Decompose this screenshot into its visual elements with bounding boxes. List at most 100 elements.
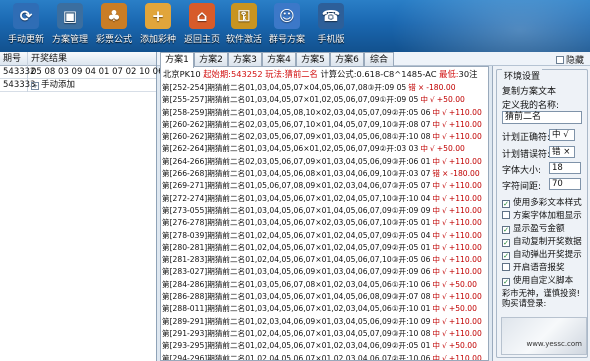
tab-plan-5[interactable]: 方案5 <box>296 52 330 67</box>
plan-type: 期猜前二名 <box>207 341 246 351</box>
settings-group: 环境设置 复制方案文本 定义我的名称: 猜前二名 计划正确符: 中 √ 计划错误… <box>496 69 588 358</box>
monitor-toolbar-button[interactable]: ▣ 方案管理 <box>48 3 92 50</box>
plan-row[interactable]: 第[286-288]期猜前二名01,03,04,05,06,07×01,04,0… <box>161 291 488 303</box>
lottery-tools-toolbar-button[interactable]: ♣ 彩票公式 <box>92 3 136 50</box>
plan-row[interactable]: 第[252-254]期猜前二名01,03,04,05,07×04,05,06,0… <box>161 82 488 94</box>
expand-plus-icon[interactable]: + <box>31 82 39 90</box>
hide-checkbox-icon <box>555 56 564 64</box>
plan-step: ① <box>391 205 399 215</box>
plan-row[interactable]: 第[278-039]期猜前二名01,02,04,05,06,07×01,02,0… <box>161 230 488 242</box>
folder-add-toolbar-button[interactable]: + 添加彩种 <box>136 3 180 50</box>
plan-result-symbol: √ <box>442 304 447 314</box>
plan-result-mark: 错 <box>408 83 416 92</box>
tab-plan-7[interactable]: 综合 <box>364 52 394 67</box>
plan-row[interactable]: 第[262-264]期猜前二名01,03,04,05,06×01,02,05,0… <box>161 143 488 155</box>
plan-type: 期猜前二名 <box>207 230 246 240</box>
open-numbers: 05 06 <box>408 255 431 265</box>
plan-row[interactable]: 第[289-291]期猜前二名01,02,03,04,06,09×01,03,0… <box>161 316 488 328</box>
home-toolbar-button[interactable]: ⌂ 返回主页 <box>180 3 224 50</box>
plan-row[interactable]: 第[260-262]期猜前二名02,03,05,06,07,10×01,04,0… <box>161 119 488 131</box>
plan-row[interactable]: 第[276-278]期猜前二名01,03,04,05,06,07×02,03,0… <box>161 217 488 229</box>
plan-result-mark: 中 <box>432 304 440 314</box>
group-toolbar-button[interactable]: ☺ 群号方案 <box>265 3 309 50</box>
key-toolbar-button[interactable]: ⚿ 软件激活 <box>222 3 266 50</box>
result-row[interactable]: 54333205 08 03 09 04 01 07 02 10 06 <box>0 66 163 79</box>
setting-checkbox[interactable]: ✓ 自动复制开奖数据 <box>502 235 582 247</box>
plan-row[interactable]: 第[272-274]期猜前二名01,03,04,05,06,07×01,02,0… <box>161 193 488 205</box>
plan-step: ② <box>391 242 399 252</box>
row-prefix: 第 <box>162 205 170 215</box>
ad-banner[interactable]: www.yessc.com <box>501 317 587 355</box>
checkmark-icon: ✓ <box>502 278 510 286</box>
plan-step: ② <box>391 316 399 326</box>
checkmark-icon: ✓ <box>502 226 510 234</box>
results-header: 期号 开奖结果 <box>0 52 156 66</box>
tab-plan-3[interactable]: 方案3 <box>228 52 262 67</box>
plan-result-symbol: √ <box>429 144 435 154</box>
font-size-input[interactable]: 18 <box>549 162 581 174</box>
plan-row[interactable]: 第[283-027]期猜前二名01,03,04,05,06,09×01,03,0… <box>161 266 488 278</box>
tab-plan-6[interactable]: 方案6 <box>330 52 364 67</box>
correct-symbol-input[interactable]: 中 √ <box>549 129 575 141</box>
setting-checkbox[interactable]: ✓ 使用自定义脚本 <box>502 274 573 286</box>
hide-toggle[interactable]: 隐藏 <box>555 53 584 66</box>
checkmark-icon: ✓ <box>502 239 510 247</box>
plan-row[interactable]: 第[293-295]期猜前二名01,02,04,05,06,07×01,02,0… <box>161 340 488 352</box>
plan-row[interactable]: 第[291-293]期猜前二名01,02,04,05,06,07×01,03,0… <box>161 328 488 340</box>
wrong-symbol-input[interactable]: 错 × <box>549 146 575 158</box>
plan-range: [291-293] <box>169 328 208 338</box>
row-prefix: 第 <box>162 255 170 265</box>
custom-name-input[interactable]: 猜前二名 <box>502 111 582 124</box>
plan-step: ③ <box>391 328 399 338</box>
toolbar-button-label: 返回主页 <box>183 35 220 45</box>
plan-row[interactable]: 第[266-268]期猜前二名01,03,04,05,06,08×01,03,0… <box>161 168 488 180</box>
copy-plan-text-button[interactable]: 复制方案文本 <box>502 84 556 97</box>
plan-type: 期猜前二名 <box>207 304 246 314</box>
plan-result-symbol: √ <box>442 107 447 117</box>
plan-amount: +110.00 <box>448 132 482 142</box>
plan-row[interactable]: 第[294-296]期猜前二名01,02,04,05,06,07×01,02,0… <box>161 353 488 361</box>
setting-checkbox[interactable]: 开启语音报奖 <box>502 261 565 273</box>
char-spacing-label: 字符间距: <box>502 182 542 192</box>
manual-add-row[interactable]: 543333+ 手动添加 <box>0 79 156 92</box>
plan-amount: +110.00 <box>448 328 482 338</box>
plan-row[interactable]: 第[264-266]期猜前二名02,03,05,06,07,09×01,03,0… <box>161 156 488 168</box>
result-numbers: 05 08 03 09 04 01 07 02 10 06 <box>31 67 164 77</box>
setting-checkbox-label: 使用自定义脚本 <box>513 276 574 286</box>
plan-row[interactable]: 第[258-259]期猜前二名01,03,04,05,08,10×02,03,0… <box>161 107 488 119</box>
plan-range: [294-296] <box>169 353 208 361</box>
disclaimer-note: 彩市无神，谨慎投资!购买请登录: <box>502 288 580 308</box>
open-label: 开: <box>386 144 397 154</box>
tab-plan-4[interactable]: 方案4 <box>262 52 296 67</box>
plan-row[interactable]: 第[284-286]期猜前二名01,03,05,06,07,08×01,02,0… <box>161 279 488 291</box>
setting-checkbox[interactable]: ✓ 显示盈亏金额 <box>502 222 565 234</box>
setting-checkbox[interactable]: ✓ 使用多彩文本样式 <box>502 196 582 208</box>
plan-step: ① <box>391 304 399 314</box>
plan-numbers: 01,02,04,05,06,07×01,02,03,04,06,09 <box>245 341 392 351</box>
plan-result-symbol: √ <box>442 181 447 191</box>
plan-row[interactable]: 第[288-011]期猜前二名01,03,04,05,06,07×01,02,0… <box>161 303 488 315</box>
plan-row[interactable]: 第[269-271]期猜前二名01,05,06,07,08,09×01,02,0… <box>161 180 488 192</box>
result-period: 543332 <box>0 66 35 79</box>
open-numbers: 10 08 <box>408 132 431 142</box>
setting-checkbox[interactable]: 方案字体加粗显示 <box>502 209 582 221</box>
plan-row[interactable]: 第[280-281]期猜前二名01,02,04,05,06,07×01,02,0… <box>161 242 488 254</box>
plan-row[interactable]: 第[281-283]期猜前二名01,02,04,05,06,07×01,04,0… <box>161 254 488 266</box>
plan-numbers: 01,02,04,05,06,07×01,02,04,05,07,09 <box>245 230 392 240</box>
plan-numbers: 01,05,06,07,08,09×01,02,03,04,06,07 <box>245 181 392 191</box>
plan-type: 期猜前二名 <box>207 353 246 361</box>
refresh-toolbar-button[interactable]: ⟳ 手动更新 <box>4 3 48 50</box>
phone-toolbar-button[interactable]: ☎ 手机版 <box>309 3 353 50</box>
plan-numbers: 01,02,04,05,06,07×01,04,05,06,07,10 <box>245 255 392 265</box>
setting-checkbox[interactable]: ✓ 自动弹出开奖提示 <box>502 248 582 260</box>
plan-row[interactable]: 第[273-055]期猜前二名01,03,04,05,06,07×01,04,0… <box>161 205 488 217</box>
char-spacing-input[interactable]: 70 <box>549 178 581 190</box>
plan-result-symbol: × <box>442 169 449 179</box>
row-prefix: 第 <box>162 328 170 338</box>
plan-row[interactable]: 第[255-257]期猜前二名01,03,04,05,07×01,02,05,0… <box>161 94 488 106</box>
plan-row[interactable]: 第[260-262]期猜前二名02,03,05,06,07,09×01,03,0… <box>161 131 488 143</box>
tab-plan-1[interactable]: 方案1 <box>160 52 194 68</box>
plan-amount: +50.00 <box>448 279 477 289</box>
plan-amount: +110.00 <box>448 107 482 117</box>
tab-plan-2[interactable]: 方案2 <box>194 52 228 67</box>
